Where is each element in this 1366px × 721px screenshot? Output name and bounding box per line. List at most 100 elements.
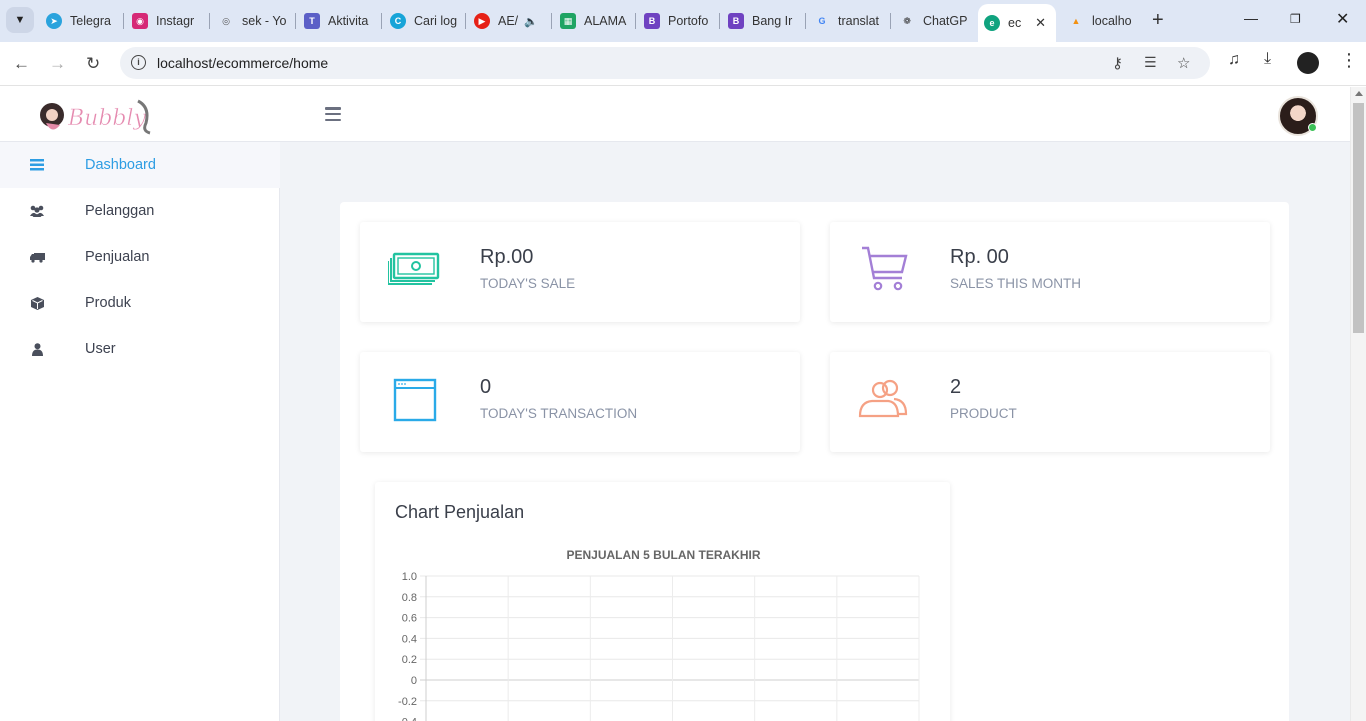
tab-title: Cari log bbox=[414, 14, 458, 28]
sidebar-item-pelanggan[interactable]: Pelanggan bbox=[0, 188, 280, 234]
stat-card-product: 2 PRODUCT bbox=[830, 352, 1270, 452]
y-tick-label: 1.0 bbox=[402, 571, 417, 583]
url-text[interactable]: localhost/ecommerce/home bbox=[157, 55, 328, 71]
tab-separator bbox=[295, 13, 296, 29]
user-avatar[interactable] bbox=[1278, 96, 1318, 136]
ecommerce-icon: e bbox=[984, 15, 1000, 31]
browser-tab[interactable]: Gtranslat bbox=[808, 7, 891, 35]
money-icon bbox=[387, 246, 440, 294]
chart-title: PENJUALAN 5 BULAN TERAKHIR bbox=[566, 548, 760, 562]
close-window-button[interactable]: ✕ bbox=[1336, 9, 1349, 29]
users-icon bbox=[29, 203, 45, 219]
user-icon bbox=[29, 341, 45, 357]
chart-card-title: Chart Penjualan bbox=[395, 502, 525, 522]
sidebar-item-label: Penjualan bbox=[85, 249, 150, 265]
canva-icon: C bbox=[390, 13, 406, 29]
y-tick-label: 0.6 bbox=[402, 613, 417, 625]
browser-tab[interactable]: C Cari log bbox=[384, 7, 466, 35]
browser-tab[interactable]: T Aktivita bbox=[298, 7, 382, 35]
online-status-dot bbox=[1308, 123, 1317, 132]
stat-label: SALES THIS MONTH bbox=[950, 276, 1082, 291]
web-page: Bubbly Dashboard Pelanggan Penjualan Produk… bbox=[0, 87, 1350, 721]
bootstrap-icon: B bbox=[728, 13, 744, 29]
svg-text:Bubbly: Bubbly bbox=[67, 106, 147, 131]
audio-playing-icon[interactable]: 🔈 bbox=[524, 15, 538, 28]
sidebar-toggle-button[interactable] bbox=[325, 107, 341, 121]
browser-tab[interactable]: ◉ Instagr bbox=[126, 7, 210, 35]
browser-tab[interactable]: ❁ ChatGP bbox=[893, 7, 976, 35]
sales-line-chart: PENJUALAN 5 BULAN TERAKHIR 1.0 0.8 0.6 0.4 0.… bbox=[398, 548, 920, 721]
stat-card-today-s-transaction: 0 TODAY'S TRANSACTION bbox=[360, 352, 800, 452]
y-tick-label: 0.2 bbox=[402, 654, 417, 666]
tab-separator bbox=[890, 13, 891, 29]
forward-button[interactable]: → bbox=[49, 54, 66, 74]
site-info-icon[interactable]: i bbox=[131, 55, 146, 70]
sheets-icon: ▦ bbox=[560, 13, 576, 29]
y-tick-label: 0.8 bbox=[402, 592, 417, 604]
stat-value: Rp.00 bbox=[480, 246, 534, 268]
stat-label: TODAY'S SALE bbox=[480, 276, 576, 291]
browser-tab[interactable]: ▶ AE/ 🔈 bbox=[468, 7, 552, 35]
teams-icon: T bbox=[304, 13, 320, 29]
restore-button[interactable]: ❐ bbox=[1290, 12, 1301, 26]
sidebar-item-penjualan[interactable]: Penjualan bbox=[0, 234, 280, 280]
y-tick-label: 0 bbox=[411, 675, 417, 687]
profile-avatar[interactable] bbox=[1297, 52, 1319, 74]
back-button[interactable]: ← bbox=[13, 54, 30, 74]
more-menu-icon[interactable]: ⋮ bbox=[1340, 50, 1358, 71]
reload-button[interactable]: ↻ bbox=[86, 54, 100, 74]
tab-separator bbox=[123, 13, 124, 29]
browser-tab[interactable]: ➤ Telegra bbox=[40, 7, 124, 35]
box-icon bbox=[29, 295, 45, 311]
translate-icon[interactable]: ☰ bbox=[1144, 54, 1157, 71]
browser-tab[interactable]: ▦ ALAMA bbox=[554, 7, 636, 35]
telegram-icon: ➤ bbox=[46, 13, 62, 29]
tab-separator bbox=[381, 13, 382, 29]
tab-title: translat bbox=[838, 14, 879, 28]
stat-value: 2 bbox=[950, 376, 962, 398]
stat-value: 0 bbox=[480, 376, 492, 398]
stat-card-sales-this-month: Rp. 00 SALES THIS MONTH bbox=[830, 222, 1270, 322]
app-header: Bubbly bbox=[0, 87, 1350, 142]
tab-title: Instagr bbox=[156, 14, 195, 28]
download-icon[interactable]: ⤓ bbox=[1264, 50, 1271, 68]
sidebar: Dashboard Pelanggan Penjualan Produk User bbox=[0, 142, 280, 721]
page-scrollbar[interactable] bbox=[1350, 87, 1366, 721]
sales-chart-card: Chart Penjualan PENJUALAN 5 BULAN TERAKH… bbox=[375, 482, 950, 721]
tab-title: localho bbox=[1092, 14, 1132, 28]
tab-separator bbox=[551, 13, 552, 29]
youtube-icon: ▶ bbox=[474, 13, 490, 29]
bubbly-logo: Bubbly bbox=[40, 99, 151, 135]
tab-separator bbox=[719, 13, 720, 29]
tab-title: sek - Yo bbox=[242, 14, 287, 28]
sidebar-item-label: User bbox=[85, 341, 116, 357]
address-bar[interactable]: i localhost/ecommerce/home ⚷ ☰ ☆ bbox=[120, 47, 1210, 79]
scrollbar-thumb[interactable] bbox=[1353, 103, 1364, 333]
sidebar-item-user[interactable]: User bbox=[0, 326, 280, 372]
stat-label: PRODUCT bbox=[950, 406, 1017, 421]
sidebar-item-label: Produk bbox=[85, 295, 131, 311]
tab-title: ec bbox=[1008, 16, 1022, 30]
dashboard-icon bbox=[29, 157, 45, 173]
browser-tab[interactable]: e ec ✕ bbox=[978, 4, 1056, 42]
browser-tab[interactable]: ◎ sek - Yo bbox=[212, 7, 296, 35]
chevron-down-icon: ▼ bbox=[14, 14, 26, 26]
media-control-icon[interactable]: ♫ bbox=[1228, 51, 1240, 69]
minimize-button[interactable]: — bbox=[1244, 10, 1258, 26]
scroll-up-icon[interactable] bbox=[1355, 91, 1363, 96]
browser-tab[interactable]: ▲ localho bbox=[1062, 7, 1146, 35]
sidebar-item-produk[interactable]: Produk bbox=[0, 280, 280, 326]
close-tab-icon[interactable]: ✕ bbox=[1035, 15, 1046, 31]
tab-separator bbox=[209, 13, 210, 29]
browser-tab[interactable]: B Portofo bbox=[638, 7, 720, 35]
password-key-icon[interactable]: ⚷ bbox=[1112, 54, 1123, 72]
sidebar-item-dashboard[interactable]: Dashboard bbox=[0, 142, 280, 188]
tab-search-button[interactable]: ▼ bbox=[6, 7, 34, 33]
bookmark-star-icon[interactable]: ☆ bbox=[1177, 54, 1190, 72]
new-tab-button[interactable]: + bbox=[1152, 10, 1164, 30]
users-outline-icon bbox=[858, 376, 910, 424]
browser-window-icon bbox=[388, 376, 440, 424]
browser-toolbar: ← → ↻ i localhost/ecommerce/home ⚷ ☰ ☆ ♫… bbox=[0, 42, 1366, 86]
y-tick-label: -0.2 bbox=[398, 696, 417, 708]
browser-tab[interactable]: B Bang Ir bbox=[722, 7, 806, 35]
